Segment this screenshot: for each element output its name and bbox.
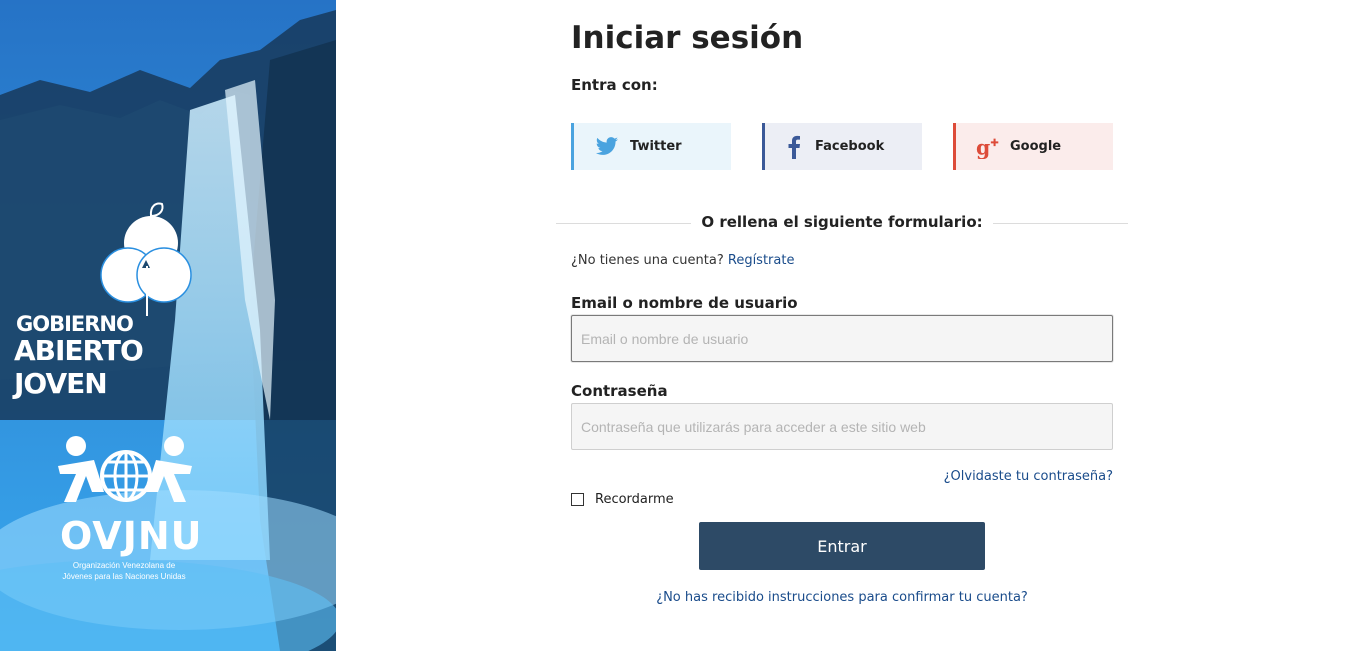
form-divider: O rellena el siguiente formulario:	[560, 213, 1124, 231]
google-login-button[interactable]: g Google	[953, 123, 1113, 170]
facebook-label: Facebook	[815, 139, 885, 154]
side-panel: GOBIERNO ABIERTO JOVEN OVJNU Organizació…	[0, 0, 336, 651]
ovjnu-subtitle: Organización Venezolana de Jóvenes para …	[54, 560, 194, 582]
ovjnu-subtitle-line2: Jóvenes para las Naciones Unidas	[62, 572, 186, 581]
no-account-question: ¿No tienes una cuenta?	[571, 253, 724, 268]
google-plus-icon: g	[976, 134, 1002, 160]
gobierno-abierto-joven-logo: GOBIERNO ABIERTO JOVEN	[14, 196, 229, 400]
twitter-login-button[interactable]: Twitter	[571, 123, 731, 170]
register-link[interactable]: Regístrate	[728, 253, 795, 268]
ovjnu-emblem-icon	[58, 436, 192, 502]
form-divider-label: O rellena el siguiente formulario:	[691, 213, 993, 231]
ovjnu-logo: OVJNU Organización Venezolana de Jóvenes…	[54, 432, 204, 592]
email-input[interactable]	[571, 315, 1113, 362]
submit-button[interactable]: Entrar	[699, 522, 985, 570]
ovjnu-subtitle-line1: Organización Venezolana de	[72, 561, 176, 570]
password-input[interactable]	[571, 403, 1113, 450]
remember-checkbox[interactable]	[571, 493, 584, 506]
twitter-label: Twitter	[630, 139, 682, 154]
twitter-icon	[594, 134, 620, 160]
facebook-login-button[interactable]: Facebook	[762, 123, 922, 170]
forgot-password-link[interactable]: ¿Olvidaste tu contraseña?	[944, 469, 1113, 484]
logo-text-abierto-joven: ABIERTO JOVEN	[14, 334, 144, 400]
email-label: Email o nombre de usuario	[571, 294, 798, 312]
ovjnu-wordmark: OVJNU	[60, 514, 203, 558]
google-label: Google	[1010, 139, 1062, 154]
svg-text:g: g	[976, 135, 990, 159]
remember-me[interactable]: Recordarme	[571, 492, 674, 507]
remember-label: Recordarme	[595, 492, 674, 507]
facebook-icon	[781, 134, 807, 160]
resend-confirmation-link[interactable]: ¿No has recibido instrucciones para conf…	[656, 590, 1028, 605]
logo-text-gobierno: GOBIERNO	[16, 312, 134, 336]
no-account-text: ¿No tienes una cuenta? Regístrate	[571, 253, 794, 268]
page-title: Iniciar sesión	[571, 20, 804, 56]
circles-emblem-icon	[100, 202, 192, 316]
password-label: Contraseña	[571, 382, 668, 400]
confirm-instructions-row: ¿No has recibido instrucciones para conf…	[571, 590, 1113, 605]
enter-with-label: Entra con:	[571, 76, 658, 94]
